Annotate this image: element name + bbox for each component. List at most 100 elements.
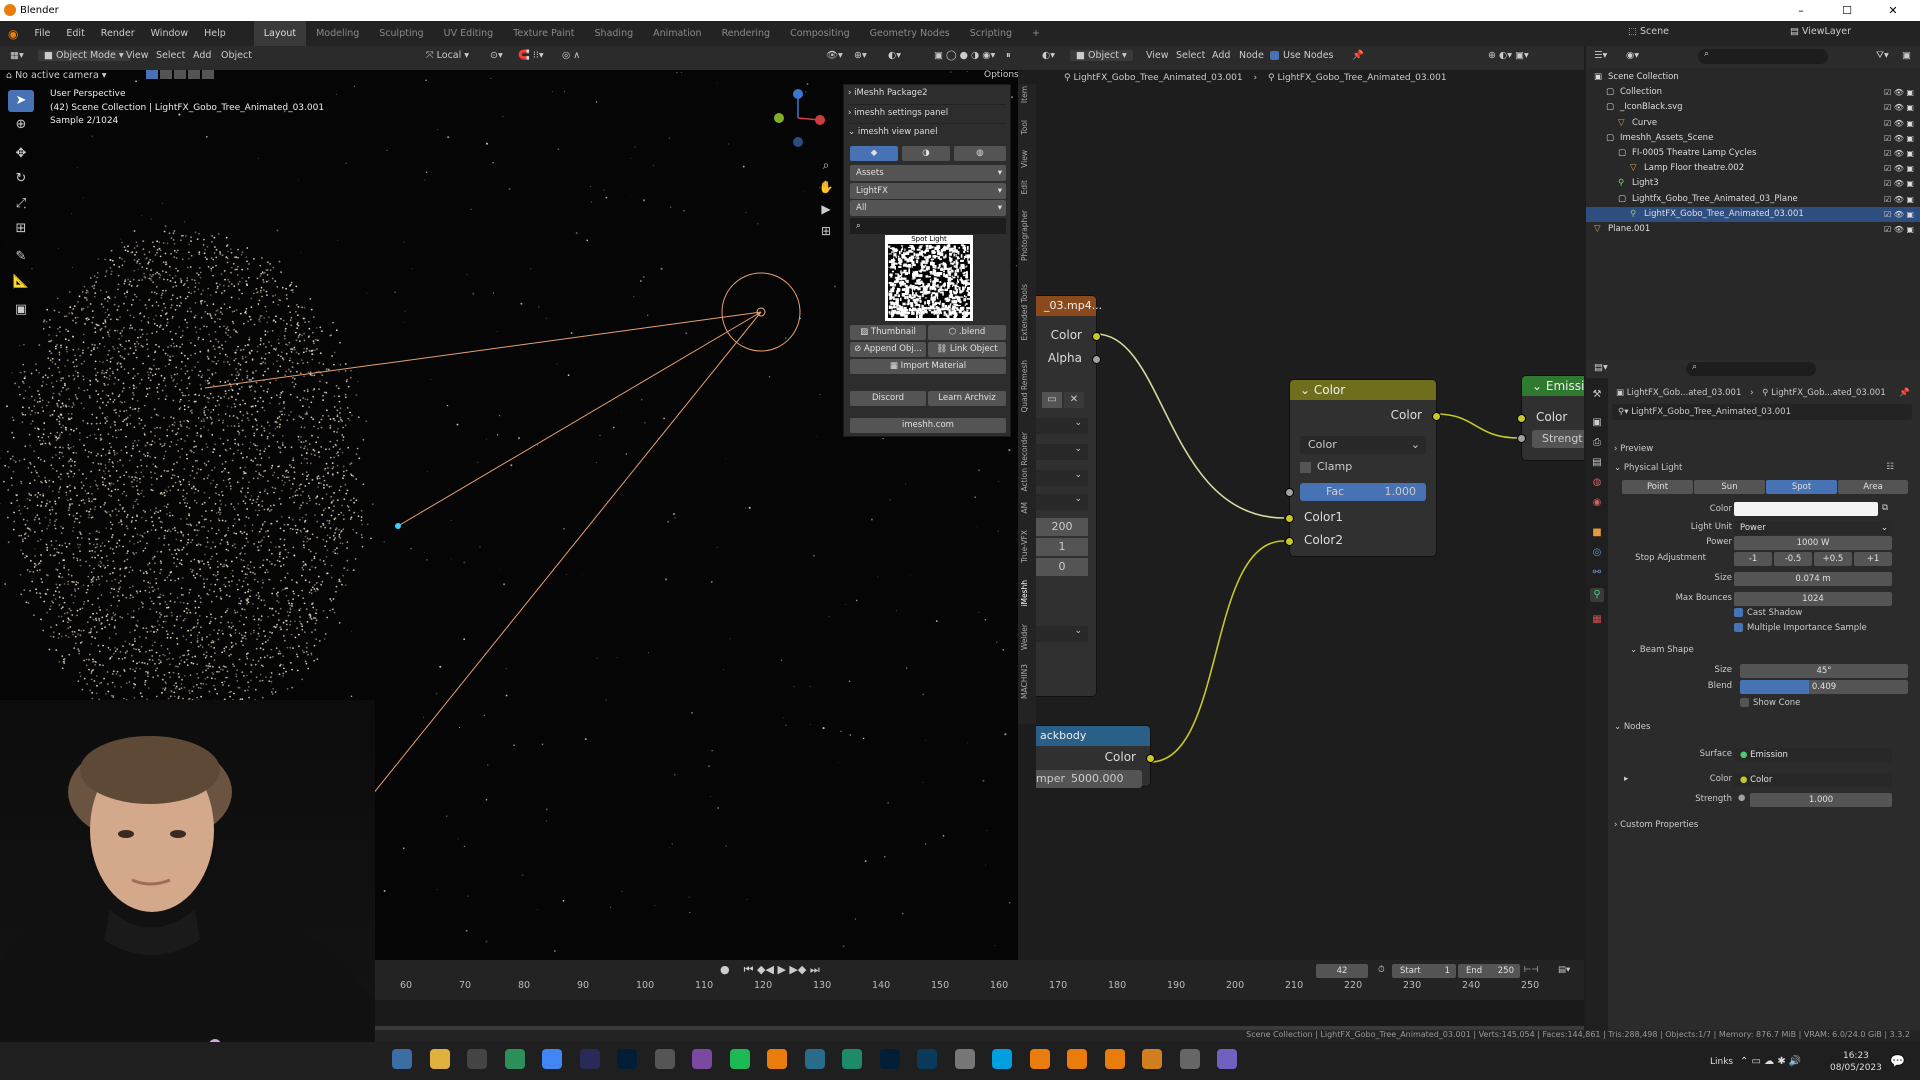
scene-tab-icon[interactable]: ◍ — [1590, 476, 1604, 490]
mix-color-node[interactable]: ⌄ Color Color Color ⌄ Clamp Fac 1.000 Colo… — [1285, 380, 1441, 556]
visibility-toggles[interactable]: ☑ 👁 ▣ — [1884, 222, 1914, 237]
physical-light-header[interactable]: ⌄ Physical Light — [1614, 463, 1682, 473]
cursor-tool-icon[interactable]: ⊕ — [8, 114, 34, 136]
menu-edit[interactable]: Edit — [58, 28, 92, 39]
strength-field[interactable]: 1.000 — [1750, 793, 1892, 807]
prev-keyframe-icon[interactable]: ◆◀ — [757, 963, 774, 976]
start-frame-field[interactable]: Start 1 — [1392, 964, 1456, 978]
select-mode-buttons[interactable] — [146, 70, 214, 79]
custom-properties-header[interactable]: › Custom Properties — [1614, 820, 1698, 830]
scale-tool-icon[interactable]: ⤢ — [8, 193, 34, 215]
datablock-selector[interactable]: ⚲▾ LightFX_Gobo_Tree_Animated_03.001 — [1612, 404, 1912, 420]
jump-end-icon[interactable]: ⏭ — [810, 963, 820, 976]
tab-uv-editing[interactable]: UV Editing — [434, 21, 504, 46]
new-collection-icon[interactable]: ▣ — [1902, 50, 1911, 61]
subcategory-dropdown[interactable]: LightFX ▾ — [850, 183, 1006, 199]
blender-taskbar-icon[interactable] — [1067, 1049, 1087, 1069]
ne-menu-add[interactable]: Add — [1212, 50, 1230, 61]
app-taskbar-icon[interactable] — [804, 1049, 825, 1069]
outliner-row[interactable]: ▢ Imeshh_Assets_Scene ☑ 👁 ▣ — [1586, 131, 1920, 146]
media-taskbar-icon[interactable] — [692, 1049, 712, 1069]
sidebar-tab-item[interactable]: Item — [1020, 86, 1029, 103]
outliner-row[interactable]: ⚲ Light3 ☑ 👁 ▣ — [1586, 176, 1920, 191]
color2-socket[interactable] — [1285, 537, 1294, 546]
pivot-icon[interactable]: ⊙▾ — [490, 50, 503, 61]
output-tab-icon[interactable]: ⎙ — [1590, 436, 1604, 450]
light-type-point[interactable]: Point — [1622, 480, 1693, 494]
sidebar-tab-action-recorder[interactable]: Action Recorder — [1020, 432, 1029, 491]
add-workspace-icon[interactable]: + — [1022, 21, 1050, 46]
image-texture-node[interactable]: _03.mp4... Color Alpha ▭ ✕ ⌄ ⌄ ⌄ ⌄ 200 1… — [1036, 296, 1102, 696]
light-type-spot[interactable]: Spot — [1766, 480, 1837, 494]
tab-sculpting[interactable]: Sculpting — [369, 21, 433, 46]
filter-icon[interactable]: ⛛▾ — [1876, 50, 1889, 61]
visibility-toggles[interactable]: ☑ 👁 ▣ — [1884, 85, 1914, 100]
light-color-swatch[interactable] — [1734, 502, 1878, 516]
nodes-panel-header[interactable]: ⌄ Nodes — [1614, 722, 1650, 732]
asset-search-input[interactable]: ⌕ — [850, 218, 1006, 234]
image-dropdown[interactable]: ⌄ — [1036, 444, 1088, 460]
record-icon[interactable]: ● — [720, 963, 730, 976]
sidebar-tab-photographer[interactable]: Photographer — [1020, 210, 1029, 261]
ne-menu-view[interactable]: View — [1146, 50, 1169, 61]
davinci-taskbar-icon[interactable] — [879, 1049, 900, 1069]
sidebar-tab-view[interactable]: View — [1020, 150, 1029, 168]
move-tool-icon[interactable]: ✥ — [8, 143, 34, 165]
visibility-toggles[interactable]: ☑ 👁 ▣ — [1884, 131, 1914, 146]
blender-menu-icon[interactable]: ◉ — [0, 27, 26, 41]
add-cube-tool-icon[interactable]: ▣ — [8, 299, 34, 321]
settings-taskbar-icon[interactable] — [954, 1049, 975, 1069]
frames-field[interactable]: 200 — [1036, 518, 1088, 536]
explorer-taskbar-icon[interactable] — [429, 1049, 450, 1069]
gizmo-icon[interactable]: ⊕▾ — [854, 50, 867, 61]
outliner-row[interactable]: ▽ Curve ☑ 👁 ▣ — [1586, 116, 1920, 131]
pt-taskbar-icon[interactable] — [917, 1049, 937, 1069]
image-out-color-socket[interactable] — [1092, 332, 1101, 341]
editor-type-icon[interactable]: ▦▾ — [10, 50, 24, 61]
maximize-button[interactable]: ☐ — [1824, 0, 1870, 21]
asset-preview-thumbnail[interactable]: Spot Light — [885, 235, 973, 321]
spot-size-field[interactable]: 45° — [1740, 664, 1908, 678]
start-frame-field[interactable]: 1 — [1036, 538, 1088, 556]
node-color-dropdown[interactable]: ● Color — [1734, 773, 1892, 787]
eyedropper-icon[interactable]: ⧉ — [1882, 503, 1888, 513]
tab-layout[interactable]: Layout — [253, 21, 307, 46]
view-layer-tab-icon[interactable]: ▤ — [1590, 456, 1604, 470]
visibility-toggles[interactable]: ☑ 👁 ▣ — [1884, 116, 1914, 131]
radius-field[interactable]: 0.074 m — [1734, 572, 1892, 586]
visibility-toggles[interactable]: ☑ 👁 ▣ — [1884, 146, 1914, 161]
tab-animation[interactable]: Animation — [643, 21, 711, 46]
unlink-image-icon[interactable]: ✕ — [1064, 392, 1084, 408]
sidebar-tab-true-vfx[interactable]: True-VFX — [1020, 530, 1029, 563]
mix-out-socket[interactable] — [1432, 412, 1441, 421]
ne-overlay-icons[interactable]: ⊕ ◐▾ ▣▾ — [1488, 50, 1529, 61]
sidebar-tab-tool[interactable]: Tool — [1020, 120, 1029, 135]
hdri-tab-icon[interactable]: ◍ — [954, 146, 1006, 161]
imeshh-settings-header[interactable]: › imeshh settings panel — [848, 104, 1006, 120]
app-taskbar-icon[interactable] — [842, 1049, 862, 1069]
image-dropdown[interactable]: ⌄ — [1036, 470, 1088, 486]
pan-hand-icon[interactable]: ✋ — [816, 176, 836, 198]
marker-icon[interactable]: ⊢⊣ — [1524, 965, 1539, 975]
menu-view[interactable]: View — [126, 50, 149, 61]
notepad-taskbar-icon[interactable] — [654, 1049, 675, 1069]
emission-color-socket[interactable] — [1517, 414, 1526, 423]
sidebar-tab-am[interactable]: AM — [1020, 502, 1029, 514]
app-taskbar-icon[interactable] — [992, 1049, 1012, 1069]
sidebar-tab-imeshh[interactable]: iMeshh — [1020, 580, 1029, 607]
emission-strength-field[interactable]: Strengt — [1532, 430, 1584, 448]
image-dropdown[interactable]: ⌄ — [1036, 494, 1088, 510]
jump-start-icon[interactable]: ⏮ — [744, 963, 754, 976]
clock-taskbar-icon[interactable] — [467, 1049, 487, 1069]
light-type-area[interactable]: Area — [1838, 480, 1908, 494]
world-tab-icon[interactable]: ◉ — [1590, 496, 1604, 510]
outliner-row[interactable]: ▢ _IconBlack.svg ☑ 👁 ▣ — [1586, 100, 1920, 115]
visibility-icon[interactable]: 👁▾ — [826, 50, 843, 61]
tab-scripting[interactable]: Scripting — [960, 21, 1022, 46]
outliner-type-icon[interactable]: ☰▾ — [1594, 50, 1607, 61]
physics-tab-icon[interactable]: ◎ — [1590, 546, 1604, 560]
thumbnail-button[interactable]: ▨ Thumbnail — [850, 325, 926, 340]
terminal-taskbar-icon[interactable] — [579, 1049, 600, 1069]
discord-taskbar-icon[interactable] — [1217, 1049, 1237, 1069]
ne-menu-node[interactable]: Node — [1239, 50, 1264, 61]
